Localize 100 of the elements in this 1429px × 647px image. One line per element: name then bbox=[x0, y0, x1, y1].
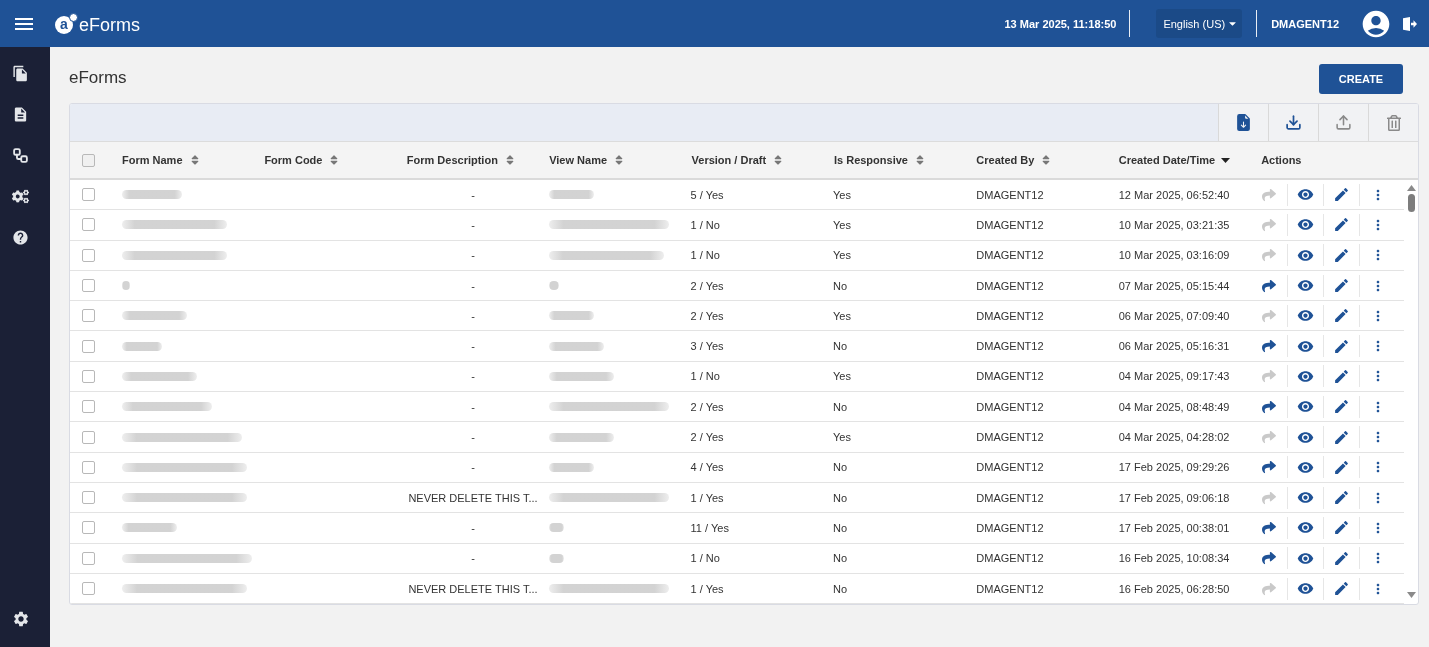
pencil-icon[interactable] bbox=[1333, 489, 1351, 507]
blurred-text bbox=[549, 281, 560, 291]
blurred-text bbox=[122, 523, 177, 533]
column-header[interactable]: Created By bbox=[976, 154, 1053, 166]
document-icon[interactable] bbox=[12, 106, 29, 123]
workflow-icon[interactable] bbox=[12, 147, 29, 164]
table-cell: No bbox=[832, 582, 847, 595]
pencil-icon[interactable] bbox=[1333, 307, 1351, 325]
table-cell: - bbox=[471, 309, 475, 322]
pencil-icon[interactable] bbox=[1333, 186, 1351, 204]
table-cell: DMAGENT12 bbox=[976, 491, 1044, 504]
scroll-down-icon[interactable] bbox=[1406, 592, 1416, 599]
table-cell: - bbox=[471, 370, 475, 383]
table-cell: 11 / Yes bbox=[690, 521, 729, 534]
table-cell: 2 / Yes bbox=[690, 309, 724, 322]
table-cell: 1 / Yes bbox=[690, 582, 724, 595]
table-cell: DMAGENT12 bbox=[976, 521, 1044, 534]
row-checkbox[interactable] bbox=[82, 339, 95, 353]
language-select[interactable]: English (US) bbox=[1156, 9, 1243, 38]
table-cell: - bbox=[471, 340, 475, 353]
upload-icon bbox=[1335, 114, 1352, 131]
eye-icon[interactable] bbox=[1297, 580, 1315, 597]
table-cell: Yes bbox=[832, 431, 851, 443]
table-cell: Yes bbox=[832, 249, 851, 262]
blurred-text bbox=[122, 190, 182, 200]
scroll-up-icon[interactable] bbox=[1406, 185, 1416, 191]
pencil-icon[interactable] bbox=[1333, 398, 1351, 416]
column-header[interactable]: Created Date/Time bbox=[1118, 154, 1231, 166]
forward-arrow-icon[interactable] bbox=[1262, 278, 1277, 293]
table-cell: DMAGENT12 bbox=[976, 400, 1044, 413]
table-cell: DMAGENT12 bbox=[976, 249, 1044, 262]
settings-icon[interactable] bbox=[12, 610, 30, 628]
table-cell: - bbox=[471, 188, 475, 201]
row-checkbox[interactable] bbox=[82, 218, 95, 232]
row-checkbox[interactable] bbox=[82, 582, 95, 595]
column-header[interactable]: View Name bbox=[549, 154, 626, 166]
gears-icon[interactable] bbox=[12, 188, 29, 205]
table-cell: No bbox=[832, 491, 847, 504]
blurred-text bbox=[549, 432, 615, 442]
row-checkbox[interactable] bbox=[82, 248, 95, 262]
row-checkbox[interactable] bbox=[82, 521, 95, 535]
user-name: DMAGENT12 bbox=[1271, 17, 1339, 30]
blurred-text bbox=[122, 311, 187, 321]
help-icon[interactable] bbox=[12, 229, 29, 246]
blurred-text bbox=[549, 311, 595, 321]
row-checkbox[interactable] bbox=[82, 309, 95, 323]
blurred-text bbox=[549, 341, 605, 351]
table-cell: DMAGENT12 bbox=[976, 279, 1044, 292]
table-cell: No bbox=[832, 400, 847, 413]
row-checkbox[interactable] bbox=[82, 279, 95, 293]
table-cell: Yes bbox=[832, 309, 851, 322]
forward-arrow-icon[interactable] bbox=[1262, 460, 1277, 475]
column-header[interactable]: Form Description bbox=[406, 154, 516, 166]
logout-icon[interactable] bbox=[1403, 16, 1417, 31]
documents-icon[interactable] bbox=[12, 65, 29, 82]
table-cell: - bbox=[471, 400, 475, 413]
pencil-icon[interactable] bbox=[1333, 337, 1351, 355]
create-button[interactable]: CREATE bbox=[1319, 64, 1403, 94]
table-cell: DMAGENT12 bbox=[976, 370, 1044, 383]
table-cell: - bbox=[471, 461, 475, 474]
row-checkbox[interactable] bbox=[82, 491, 95, 505]
select-all-checkbox[interactable] bbox=[82, 153, 95, 167]
column-header[interactable]: Form Code bbox=[264, 154, 341, 166]
column-header[interactable]: Form Name bbox=[122, 154, 201, 166]
row-checkbox[interactable] bbox=[82, 460, 95, 474]
import-button[interactable] bbox=[1218, 104, 1268, 141]
row-checkbox[interactable] bbox=[82, 369, 95, 383]
forward-arrow-icon[interactable] bbox=[1262, 520, 1277, 535]
column-header[interactable]: Version / Draft bbox=[691, 154, 785, 166]
blurred-text bbox=[549, 371, 615, 381]
pencil-icon[interactable] bbox=[1333, 458, 1351, 476]
row-checkbox[interactable] bbox=[82, 551, 95, 565]
page-title: eForms bbox=[69, 67, 127, 88]
table-cell: DMAGENT12 bbox=[976, 582, 1044, 595]
forward-arrow-icon[interactable] bbox=[1262, 339, 1277, 354]
table-cell: 1 / No bbox=[690, 370, 720, 383]
forward-arrow-icon[interactable] bbox=[1262, 551, 1277, 566]
pencil-icon[interactable] bbox=[1333, 428, 1351, 446]
pencil-icon[interactable] bbox=[1333, 216, 1351, 234]
table-cell: Yes bbox=[832, 218, 851, 231]
download-button[interactable] bbox=[1268, 104, 1318, 141]
table-cell: 3 / Yes bbox=[690, 340, 724, 353]
row-checkbox[interactable] bbox=[82, 400, 95, 414]
column-header[interactable]: Is Responsive bbox=[833, 154, 926, 166]
pencil-icon[interactable] bbox=[1333, 277, 1351, 295]
pencil-icon[interactable] bbox=[1333, 246, 1351, 264]
table-cell: - bbox=[471, 279, 475, 292]
forward-arrow-icon[interactable] bbox=[1262, 399, 1277, 414]
table-cell: No bbox=[832, 279, 847, 292]
row-checkbox[interactable] bbox=[82, 188, 95, 202]
pencil-icon[interactable] bbox=[1333, 367, 1351, 385]
table-cell: - bbox=[471, 218, 475, 231]
blurred-text bbox=[549, 553, 565, 563]
pencil-icon[interactable] bbox=[1333, 549, 1351, 567]
pencil-icon[interactable] bbox=[1333, 580, 1351, 597]
row-checkbox[interactable] bbox=[82, 430, 95, 444]
scrollbar-thumb[interactable] bbox=[1407, 194, 1415, 212]
table-cell: 1 / No bbox=[690, 249, 720, 262]
table-cell: 4 / Yes bbox=[690, 461, 724, 474]
pencil-icon[interactable] bbox=[1333, 519, 1351, 537]
